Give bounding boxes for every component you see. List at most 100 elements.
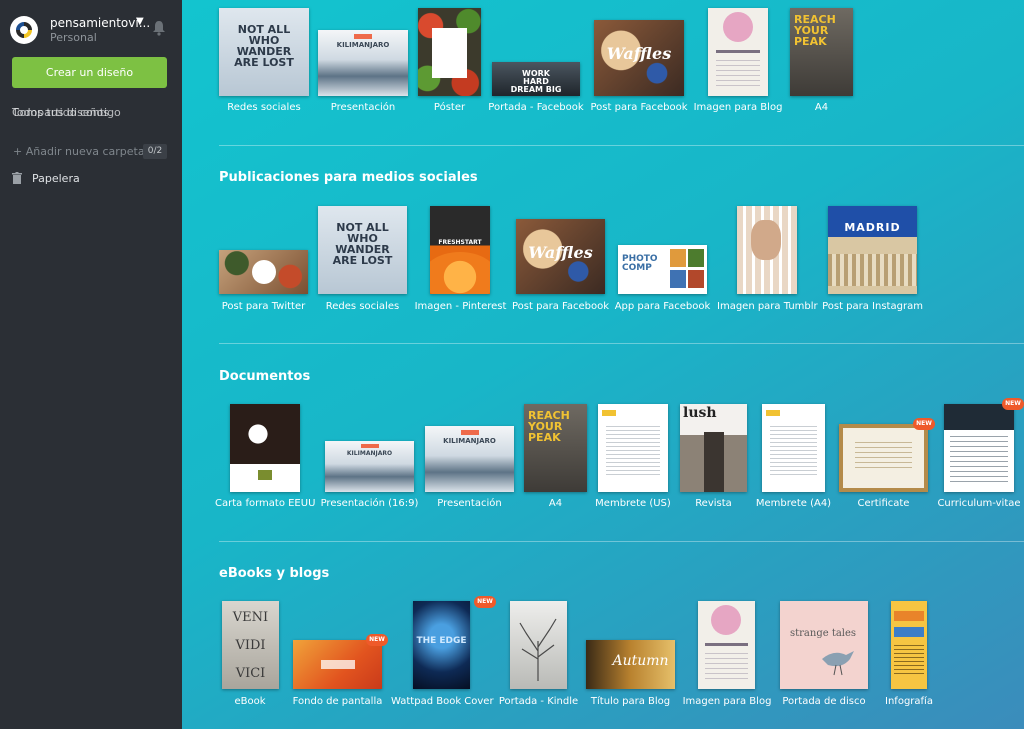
thumbnail-circle	[711, 605, 741, 635]
template-label[interactable]: Post para Instagram	[818, 301, 927, 312]
template-label[interactable]: eBook	[200, 696, 300, 707]
template-label[interactable]: Fondo de pantalla	[288, 696, 387, 707]
thumbnail-text: VICI	[235, 666, 266, 681]
template-thumbnail[interactable]	[944, 404, 1014, 492]
template-label[interactable]: Infografía	[874, 696, 944, 707]
section-divider	[219, 343, 1024, 344]
template-thumbnail[interactable]	[598, 404, 668, 492]
section-divider	[219, 541, 1024, 542]
template-label[interactable]: Post para Facebook	[589, 102, 689, 113]
template-thumbnail[interactable]: FRESHSTART	[430, 206, 490, 294]
thumbnail-facade	[828, 254, 917, 286]
template-thumbnail[interactable]: WORK HARD DREAM BIG	[492, 62, 580, 96]
thumbnail-tag	[354, 34, 372, 39]
sidebar-item-trash[interactable]: Papelera	[32, 172, 80, 185]
template-label[interactable]: Presentación	[318, 102, 408, 113]
thumbnail-orange	[430, 252, 490, 294]
template-thumbnail[interactable]	[418, 8, 481, 96]
template-label[interactable]: Título para Blog	[580, 696, 681, 707]
section-title: Documentos	[219, 369, 311, 384]
template-label[interactable]: Redes sociales	[313, 301, 412, 312]
thumbnail-badge	[252, 260, 276, 284]
thumbnail-text: FRESHSTART	[438, 239, 482, 246]
template-label[interactable]: Imagen para Tumblr	[717, 301, 818, 312]
template-thumbnail[interactable]: KILIMANJARO	[318, 30, 408, 96]
sidebar-item-shared-with-you[interactable]: Compartido contigo	[12, 106, 121, 119]
template-thumbnail[interactable]: Waffles	[516, 219, 605, 294]
tree-icon	[519, 618, 557, 681]
template-label[interactable]: A4	[524, 498, 587, 509]
template-label[interactable]: Wattpad Book Cover	[391, 696, 494, 707]
template-label[interactable]: Redes sociales	[219, 102, 309, 113]
template-thumbnail[interactable]	[219, 250, 308, 294]
template-thumbnail[interactable]: NOT ALL WHO WANDER ARE LOST	[219, 8, 309, 96]
template-label[interactable]: Carta formato EEUU	[215, 498, 315, 509]
template-thumbnail[interactable]: strange tales	[780, 601, 868, 689]
chevron-down-icon[interactable]: ▼	[136, 16, 144, 27]
template-thumbnail[interactable]: VENI VIDI VICI	[222, 601, 279, 689]
template-label[interactable]: Presentación	[420, 498, 519, 509]
template-thumbnail[interactable]: Autumn	[586, 640, 675, 689]
new-badge: NEW	[366, 634, 388, 646]
thumbnail-photo	[230, 404, 300, 464]
template-thumbnail[interactable]	[510, 601, 567, 689]
avatar-logo-icon	[11, 17, 37, 43]
thumbnail-tag	[321, 660, 355, 669]
thumbnail-tag	[361, 444, 379, 448]
template-label[interactable]: Post para Facebook	[511, 301, 610, 312]
thumbnail-text: MADRID	[844, 221, 901, 234]
template-label[interactable]: App para Facebook	[612, 301, 713, 312]
template-label[interactable]: Portada - Facebook	[487, 102, 585, 113]
template-label[interactable]: Portada de disco	[774, 696, 874, 707]
template-label[interactable]: Curriculum-vitae	[934, 498, 1024, 509]
template-thumbnail[interactable]: KILIMANJARO	[425, 426, 514, 492]
add-folder-link[interactable]: + Añadir nueva carpeta	[13, 145, 145, 158]
thumbnail-text: WORK HARD DREAM BIG	[510, 69, 562, 94]
thumbnail-text: REACH YOUR PEAK	[528, 409, 570, 444]
thumbnail-text: Waffles	[528, 243, 593, 262]
template-thumbnail[interactable]: THE EDGE	[413, 601, 470, 689]
template-thumbnail[interactable]: KILIMANJARO	[325, 441, 414, 492]
template-label[interactable]: Imagen para Blog	[688, 102, 788, 113]
template-thumbnail[interactable]: NOT ALL WHO WANDER ARE LOST	[318, 206, 407, 294]
thumbnail-text: NOT ALL WHO WANDER ARE LOST	[332, 221, 393, 267]
template-thumbnail[interactable]	[891, 601, 927, 689]
template-label[interactable]: Membrete (A4)	[743, 498, 844, 509]
template-label[interactable]: Imagen para Blog	[677, 696, 777, 707]
thumbnail-block	[894, 611, 924, 621]
create-design-button[interactable]: Crear un diseño	[12, 57, 167, 88]
template-thumbnail[interactable]	[293, 640, 382, 689]
template-thumbnail[interactable]: Waffles	[594, 20, 684, 96]
template-thumbnail[interactable]	[737, 206, 797, 294]
template-label[interactable]: A4	[790, 102, 853, 113]
section-title: eBooks y blogs	[219, 566, 330, 581]
thumbnail-block	[894, 627, 924, 637]
template-label[interactable]: Presentación (16:9)	[315, 498, 424, 509]
template-label[interactable]: Portada - Kindle	[488, 696, 589, 707]
template-label[interactable]: Póster	[408, 102, 491, 113]
user-menu[interactable]: pensamientovi... ▼ Personal	[10, 14, 175, 48]
thumbnail-text: VENI	[232, 610, 269, 625]
template-label[interactable]: Post para Twitter	[214, 301, 313, 312]
template-label[interactable]: Certificate	[834, 498, 933, 509]
template-thumbnail[interactable]	[698, 601, 755, 689]
section-divider	[219, 145, 1024, 146]
thumbnail-text: KILIMANJARO	[336, 41, 390, 49]
template-thumbnail[interactable]	[230, 404, 300, 492]
avatar[interactable]	[10, 16, 38, 44]
template-thumbnail[interactable]: MADRID	[828, 206, 917, 294]
template-thumbnail[interactable]	[708, 8, 768, 96]
template-thumbnail[interactable]: lush	[680, 404, 747, 492]
template-thumbnail[interactable]	[762, 404, 825, 492]
thumbnail-text: NOT ALL WHO WANDER ARE LOST	[234, 23, 294, 69]
design-templates-panel: NOT ALL WHO WANDER ARE LOST Redes social…	[182, 0, 1024, 729]
new-badge: NEW	[913, 418, 935, 430]
bell-icon[interactable]	[152, 20, 166, 36]
template-label[interactable]: Imagen - Pinterest	[411, 301, 510, 312]
template-thumbnail[interactable]: REACH YOUR PEAK	[790, 8, 853, 96]
thumbnail-logo	[258, 470, 272, 480]
template-thumbnail[interactable]	[839, 424, 928, 492]
template-thumbnail[interactable]: REACH YOUR PEAK	[524, 404, 587, 492]
template-thumbnail[interactable]: PHOTO COMP	[618, 245, 707, 294]
thumbnail-tag	[461, 430, 479, 435]
